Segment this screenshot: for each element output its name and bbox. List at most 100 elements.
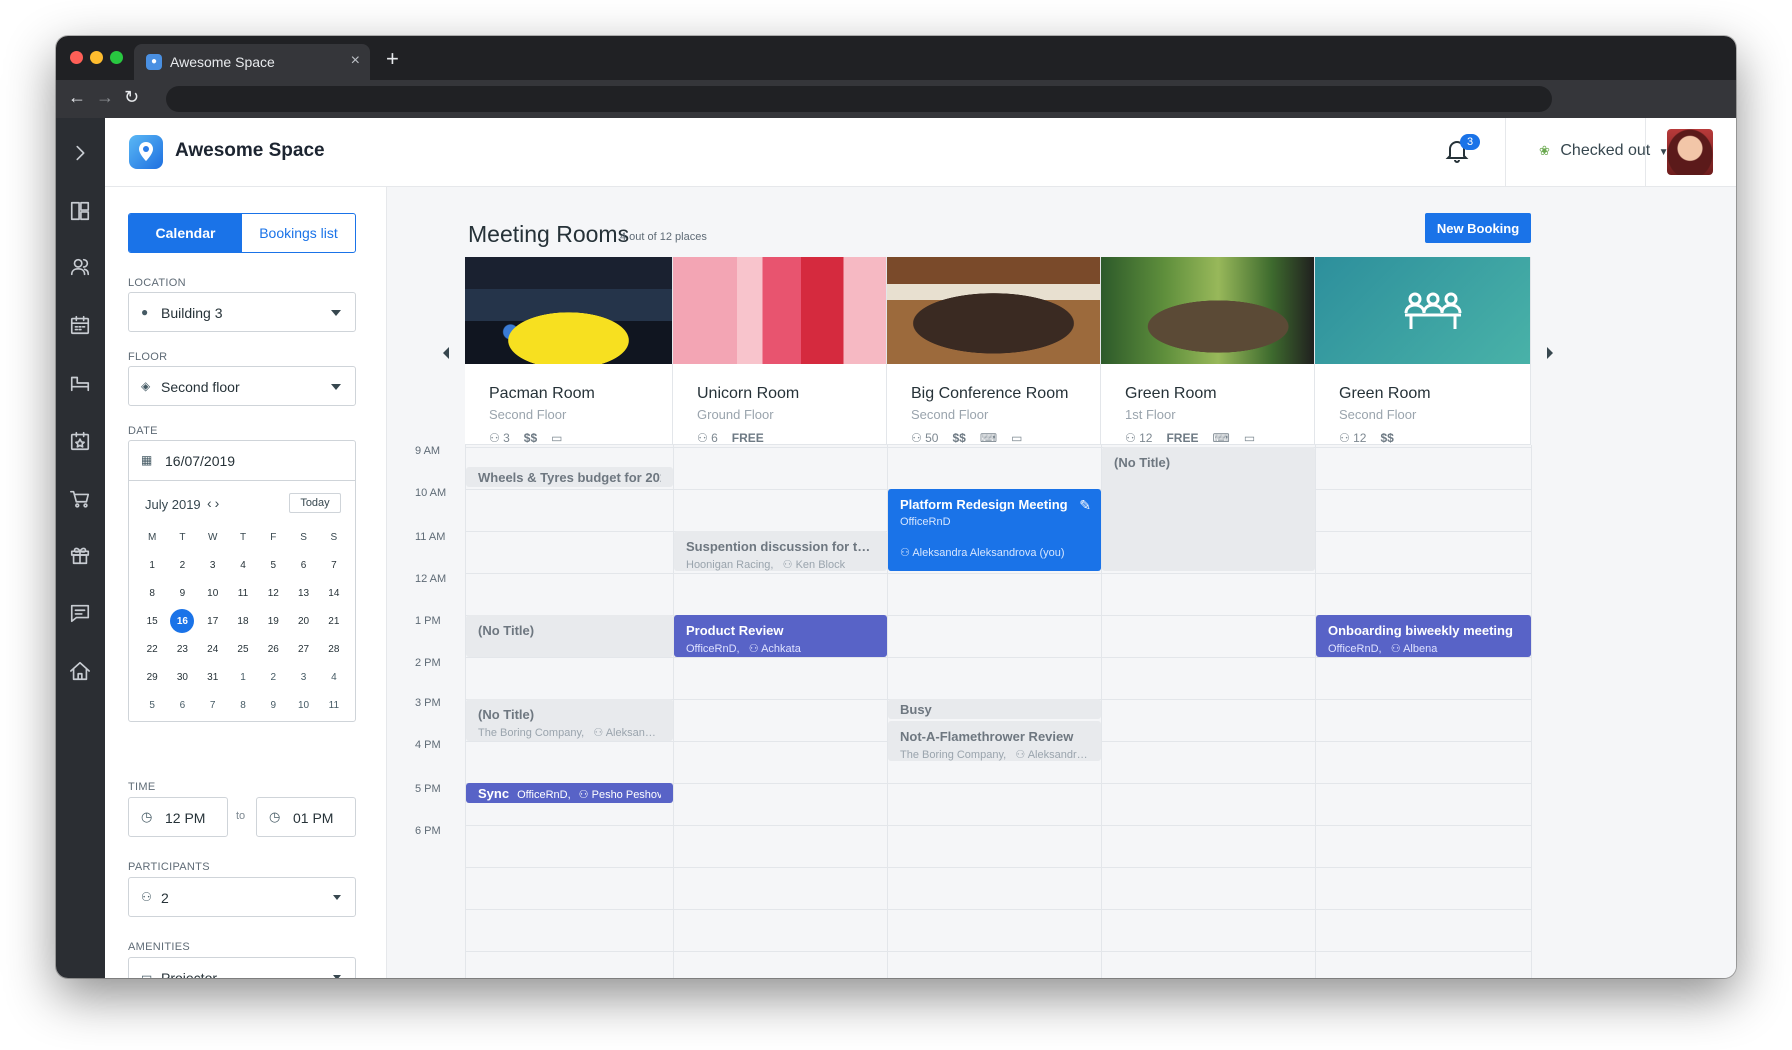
back-icon[interactable]: ← (68, 87, 86, 108)
calendar-day[interactable]: 4 (228, 551, 258, 579)
browser-tabstrip: ● Awesome Space × + (56, 36, 1736, 80)
prev-rooms-icon[interactable] (443, 347, 449, 359)
calendar-day[interactable]: 18 (228, 607, 258, 635)
checkin-status-dropdown[interactable]: ❀ Checked out ▼ (1539, 142, 1669, 160)
calendar-day[interactable]: 13 (288, 579, 318, 607)
booking-event[interactable]: Sync OfficeRnD, ⚇ Pesho Peshov (466, 783, 673, 803)
booking-event[interactable]: Onboarding biweekly meeting OfficeRnD, ⚇ … (1316, 615, 1531, 657)
close-window-icon[interactable] (70, 51, 83, 64)
booking-event[interactable]: Product Review OfficeRnD, ⚇ Achkata (674, 615, 887, 657)
calendar-day[interactable]: 16 (167, 607, 197, 635)
calendar-day[interactable]: 8 (228, 691, 258, 719)
calendar-day[interactable]: 5 (258, 551, 288, 579)
calendar-day[interactable]: 10 (288, 691, 318, 719)
bookings-list-button[interactable]: Bookings list (242, 214, 355, 252)
booking-event[interactable]: Busy (888, 699, 1101, 719)
calendar-day[interactable]: 14 (319, 579, 349, 607)
calendar-day[interactable]: 30 (167, 663, 197, 691)
calendar-view-button[interactable]: Calendar (129, 214, 242, 252)
cart-icon[interactable] (67, 486, 93, 512)
calendar-day[interactable]: 1 (228, 663, 258, 691)
calendar-day[interactable]: 25 (228, 635, 258, 663)
reload-icon[interactable]: ↻ (124, 87, 139, 108)
dashboard-icon[interactable] (67, 198, 93, 224)
calendar-day[interactable]: 29 (137, 663, 167, 691)
today-button[interactable]: Today (289, 493, 341, 513)
calendar-day[interactable]: 8 (137, 579, 167, 607)
calendar-day[interactable]: 20 (288, 607, 318, 635)
minimize-window-icon[interactable] (90, 51, 103, 64)
calendar-day[interactable]: 22 (137, 635, 167, 663)
desk-icon[interactable] (67, 370, 93, 396)
forward-icon[interactable]: → (96, 87, 114, 108)
booking-event[interactable]: Not-A-Flamethrower Review The Boring Comp… (888, 721, 1101, 761)
calendar-day[interactable]: 23 (167, 635, 197, 663)
calendar-day[interactable]: 28 (319, 635, 349, 663)
participants-select[interactable]: ⚇ 2 (128, 877, 356, 917)
new-booking-button[interactable]: New Booking (1425, 213, 1531, 243)
calendar-day[interactable]: 21 (319, 607, 349, 635)
time-from-input[interactable]: ◷ 12 PM (128, 797, 228, 837)
calendar-day[interactable]: 6 (288, 551, 318, 579)
calendar-day[interactable]: 26 (258, 635, 288, 663)
calendar-day[interactable]: 10 (198, 579, 228, 607)
date-input[interactable]: ▦ 16/07/2019 (129, 441, 355, 481)
calendar-day[interactable]: 4 (319, 663, 349, 691)
home-icon[interactable] (67, 658, 93, 684)
calendar-day[interactable]: 17 (198, 607, 228, 635)
messages-icon[interactable] (67, 600, 93, 626)
calendar-day[interactable]: 5 (137, 691, 167, 719)
calendar-day[interactable]: 27 (288, 635, 318, 663)
maximize-window-icon[interactable] (110, 51, 123, 64)
room-card[interactable]: Big Conference Room Second Floor ⚇ 50 $$ ⌨ ▭ (887, 257, 1101, 445)
location-select[interactable]: ● Building 3 (128, 292, 356, 332)
calendar-day[interactable]: 19 (258, 607, 288, 635)
calendar-day[interactable]: 31 (198, 663, 228, 691)
members-icon[interactable] (67, 254, 93, 280)
event-title: Busy (900, 702, 932, 717)
room-amenities: ⚇ 12 $$ (1339, 431, 1394, 445)
calendar-day[interactable]: 9 (258, 691, 288, 719)
gift-icon[interactable] (67, 542, 93, 568)
time-to-input[interactable]: ◷ 01 PM (256, 797, 356, 837)
avatar[interactable] (1667, 129, 1713, 175)
room-card[interactable]: Green Room Second Floor ⚇ 12 $$ (1315, 257, 1531, 445)
amenities-select[interactable]: ▭ Projector (128, 957, 356, 978)
booking-event[interactable]: (No Title) The Boring Company, ⚇ Aleksand… (466, 699, 673, 741)
next-rooms-icon[interactable] (1547, 347, 1553, 359)
calendar-day[interactable]: 12 (258, 579, 288, 607)
calendar-day[interactable]: 2 (167, 551, 197, 579)
edit-icon[interactable]: ✎ (1079, 497, 1091, 514)
calendar-day[interactable]: 24 (198, 635, 228, 663)
calendar-icon[interactable] (67, 312, 93, 338)
room-card[interactable]: Unicorn Room Ground Floor ⚇ 6 FREE (673, 257, 887, 445)
browser-tab[interactable]: ● Awesome Space × (134, 44, 370, 80)
floor-select[interactable]: ◈ Second floor (128, 366, 356, 406)
expand-chevron-icon[interactable] (67, 140, 93, 166)
calendar-day[interactable]: 7 (198, 691, 228, 719)
booking-event[interactable]: (No Title) (466, 615, 673, 657)
logo-icon[interactable] (129, 135, 163, 169)
prev-month-icon[interactable]: ‹ (207, 495, 215, 511)
calendar-day[interactable]: 11 (228, 579, 258, 607)
events-icon[interactable] (67, 428, 93, 454)
calendar-day[interactable]: 3 (288, 663, 318, 691)
calendar-day[interactable]: 1 (137, 551, 167, 579)
calendar-day[interactable]: 7 (319, 551, 349, 579)
calendar-day[interactable]: 15 (137, 607, 167, 635)
tab-close-icon[interactable]: × (351, 52, 360, 70)
address-bar[interactable] (166, 86, 1552, 112)
calendar-day[interactable]: 2 (258, 663, 288, 691)
calendar-day[interactable]: 9 (167, 579, 197, 607)
booking-event[interactable]: Wheels & Tyres budget for 2019Ho... (466, 467, 673, 487)
booking-event[interactable]: (No Title) (1102, 447, 1315, 571)
booking-event[interactable]: Platform Redesign Meeting OfficeRnD ⚇ Alek… (888, 489, 1101, 571)
next-month-icon[interactable]: › (215, 495, 223, 511)
booking-event[interactable]: Suspention discussion for the WRX Hooniga… (674, 531, 887, 571)
calendar-day[interactable]: 3 (198, 551, 228, 579)
room-card[interactable]: Green Room 1st Floor ⚇ 12 FREE ⌨ ▭ (1101, 257, 1315, 445)
room-card[interactable]: Pacman Room Second Floor ⚇ 3 $$ ▭ (465, 257, 673, 445)
calendar-day[interactable]: 6 (167, 691, 197, 719)
calendar-day[interactable]: 11 (319, 691, 349, 719)
new-tab-icon[interactable]: + (386, 46, 399, 72)
